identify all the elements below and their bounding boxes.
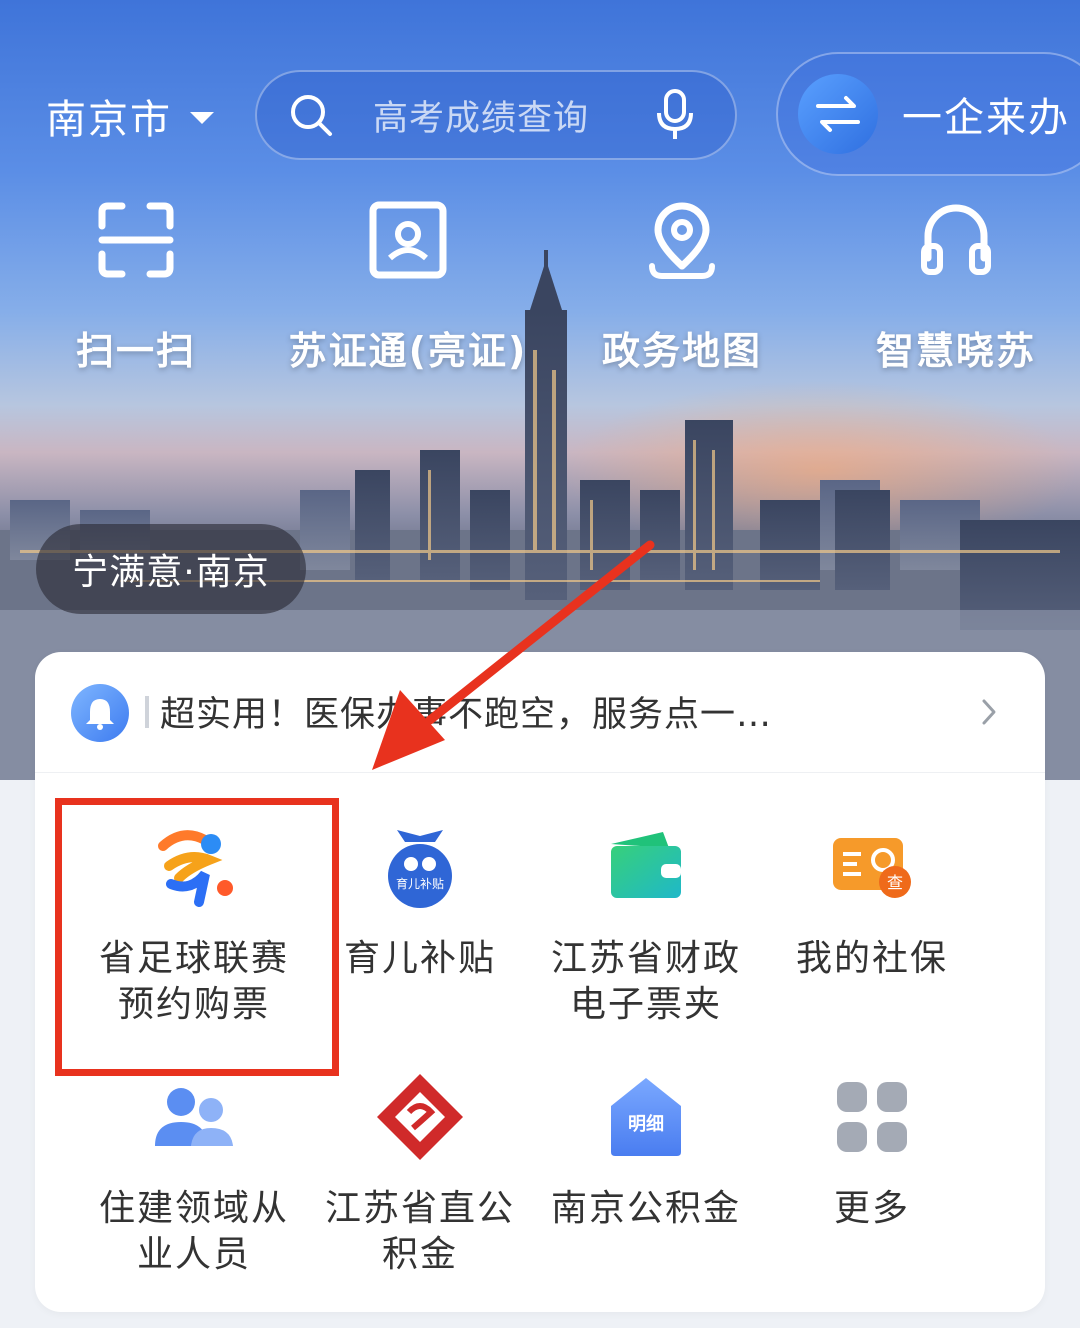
notice-text: 超实用！医保办事不跑空，服务点一… [160, 695, 773, 735]
service-more[interactable]: 更多 [758, 1072, 986, 1232]
search-icon [291, 95, 332, 136]
city-selector[interactable]: 南京市 [46, 88, 214, 144]
svg-text:育儿补贴: 育儿补贴 [396, 876, 444, 891]
search-placeholder: 高考成绩查询 [373, 98, 590, 139]
notice-divider [145, 696, 149, 728]
quick-action-assistant[interactable]: 智慧晓苏 [826, 200, 1080, 375]
notice-bar[interactable]: 超实用！医保办事不跑空，服务点一… [35, 652, 1045, 773]
city-satisfaction-badge[interactable]: 宁满意·南京 [36, 524, 306, 614]
enterprise-label: 一企来办 [902, 95, 1070, 141]
microphone-icon[interactable] [655, 89, 695, 141]
grid-more-icon [837, 1082, 907, 1152]
wallet-icon [611, 832, 681, 898]
social-security-card-icon: 查 [833, 838, 911, 898]
quick-action-map[interactable]: 政务地图 [552, 200, 812, 375]
quick-action-scan[interactable]: 扫一扫 [6, 200, 266, 375]
service-social-security[interactable]: 查 我的社保 [758, 822, 986, 982]
service-label: 江苏省财政 电子票夹 [550, 938, 741, 1025]
service-construction-staff[interactable]: 住建领域从 业人员 [80, 1072, 308, 1278]
service-nanjing-fund[interactable]: 明细 南京公积金 [532, 1072, 760, 1232]
enterprise-service-button[interactable]: 一企来办 [776, 52, 1080, 176]
provident-fund-logo-icon [377, 1074, 463, 1160]
badge-label: 宁满意·南京 [72, 552, 270, 593]
map-pin-icon [649, 202, 715, 279]
child-subsidy-icon: 育儿补贴 [388, 830, 452, 908]
quick-action-label: 政务地图 [601, 329, 762, 373]
id-card-icon [369, 201, 447, 279]
house-detail-icon: 明细 [611, 1078, 681, 1156]
service-label: 更多 [833, 1188, 910, 1229]
service-provincial-fund[interactable]: 江苏省直公 积金 [306, 1072, 534, 1278]
service-label: 南京公积金 [550, 1188, 741, 1229]
bell-icon [71, 684, 129, 742]
people-icon [155, 1088, 233, 1146]
service-label: 我的社保 [795, 938, 948, 979]
city-name: 南京市 [46, 97, 172, 143]
search-bar[interactable]: 高考成绩查询 [255, 70, 737, 160]
service-label: 育儿补贴 [343, 938, 496, 979]
chevron-right-icon [982, 699, 996, 725]
quick-action-id-card[interactable]: 苏证通(亮证) [278, 200, 538, 375]
quick-action-label: 智慧晓苏 [875, 329, 1036, 373]
quick-action-label: 扫一扫 [75, 329, 196, 373]
swap-icon [798, 74, 878, 154]
svg-text:查: 查 [887, 873, 903, 892]
caret-down-icon [190, 112, 214, 124]
service-finance-e-ticket[interactable]: 江苏省财政 电子票夹 [532, 822, 760, 1028]
service-label: 住建领域从 业人员 [98, 1188, 289, 1275]
svg-text:明细: 明细 [628, 1113, 664, 1135]
service-label: 江苏省直公 积金 [324, 1188, 515, 1275]
scan-icon [98, 202, 174, 278]
highlight-box [55, 798, 339, 1076]
quick-action-label: 苏证通(亮证) [288, 329, 528, 373]
service-child-subsidy[interactable]: 育儿补贴 育儿补贴 [306, 822, 534, 982]
headset-icon [921, 204, 991, 275]
